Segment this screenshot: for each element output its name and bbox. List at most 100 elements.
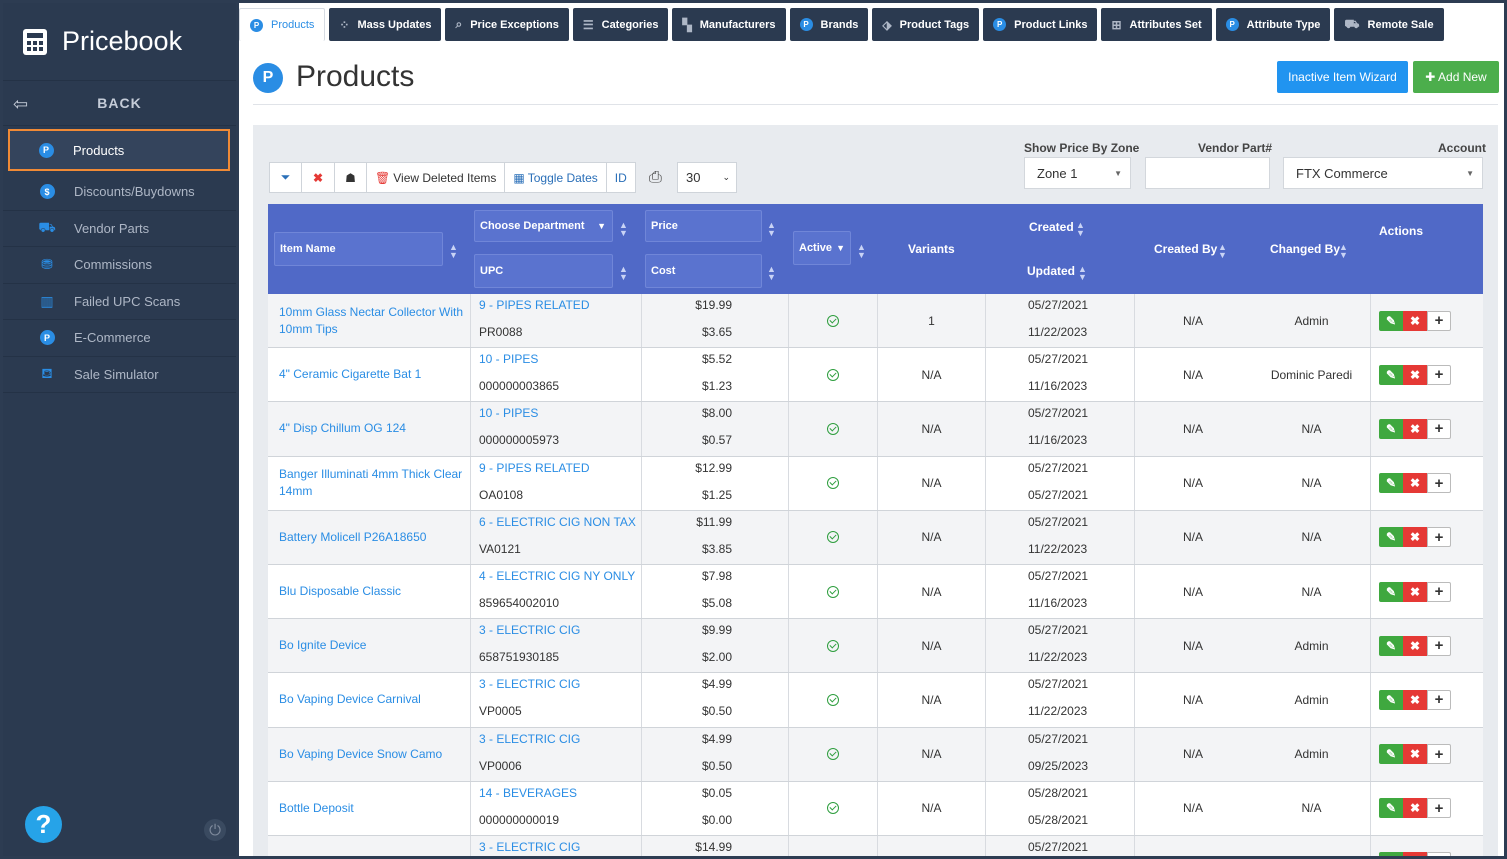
tab-attribute-type[interactable]: P Attribute Type	[1215, 8, 1331, 41]
cost-filter[interactable]: Cost	[645, 254, 762, 288]
power-icon[interactable]: ⏻	[204, 819, 226, 841]
sort-icon[interactable]: ▲ ▼	[449, 243, 458, 260]
filter-button[interactable]: ⏷	[270, 163, 302, 192]
delete-icon[interactable]: ✖	[1403, 310, 1427, 331]
sort-icon[interactable]: ▲ ▼	[767, 221, 776, 238]
department-link[interactable]: 3 - ELECTRIC CIG	[479, 677, 580, 691]
tab-mass-updates[interactable]: ⁘ Mass Updates	[329, 8, 442, 41]
sort-icon[interactable]: ▲ ▼	[1076, 221, 1085, 238]
sort-icon[interactable]: ▲ ▼	[1078, 265, 1087, 282]
plus-icon[interactable]: +	[1427, 852, 1451, 856]
back-button[interactable]: ⇦ BACK	[3, 81, 236, 126]
plus-icon[interactable]: +	[1427, 744, 1451, 765]
tab-products[interactable]: P Products	[239, 8, 326, 41]
help-icon[interactable]: ?	[25, 806, 62, 843]
tab-product-links[interactable]: P Product Links	[983, 8, 1098, 41]
item-name-link[interactable]: Blu Disposable Classic	[268, 564, 471, 619]
vendor-part-input[interactable]	[1145, 157, 1270, 189]
item-name-link[interactable]: 4" Ceramic Cigarette Bat 1	[268, 348, 471, 402]
sort-icon[interactable]: ▲ ▼	[619, 265, 628, 282]
sort-icon[interactable]: ▲ ▼	[1218, 243, 1227, 260]
department-link[interactable]: 3 - ELECTRIC CIG	[479, 732, 580, 746]
department-link[interactable]: 9 - PIPES RELATED	[479, 461, 589, 475]
tab-product-tags[interactable]: ⬗ Product Tags	[872, 8, 980, 41]
item-name-link[interactable]	[268, 835, 471, 856]
print-icon[interactable]: ⎙	[649, 169, 662, 187]
plus-icon[interactable]: +	[1427, 418, 1451, 439]
sidebar-item-failed-upc-scans[interactable]: ▥ Failed UPC Scans	[3, 284, 236, 320]
department-link[interactable]: 14 - BEVERAGES	[479, 786, 577, 800]
zone-select[interactable]: Zone 1 ▼	[1024, 157, 1131, 189]
changed-by-header[interactable]: Changed By	[1270, 242, 1340, 256]
clear-filter-button[interactable]: ✖	[302, 163, 335, 192]
edit-icon[interactable]: ✎	[1379, 581, 1403, 602]
active-select[interactable]: Active ▼	[793, 231, 851, 265]
edit-icon[interactable]: ✎	[1379, 852, 1403, 856]
edit-icon[interactable]: ✎	[1379, 364, 1403, 385]
edit-icon[interactable]: ✎	[1379, 689, 1403, 710]
delete-icon[interactable]: ✖	[1403, 635, 1427, 656]
edit-icon[interactable]: ✎	[1379, 527, 1403, 548]
sidebar-item-commissions[interactable]: ⛃ Commissions	[3, 247, 236, 284]
item-name-link[interactable]: Bottle Deposit	[268, 781, 471, 835]
item-name-link[interactable]: Battery Molicell P26A18650	[268, 510, 471, 564]
plus-icon[interactable]: +	[1427, 364, 1451, 385]
department-link[interactable]: 9 - PIPES RELATED	[479, 298, 589, 312]
inactive-item-wizard-button[interactable]: Inactive Item Wizard	[1277, 61, 1408, 93]
department-link[interactable]: 6 - ELECTRIC CIG NON TAX	[479, 515, 636, 529]
delete-icon[interactable]: ✖	[1403, 527, 1427, 548]
plus-icon[interactable]: +	[1427, 635, 1451, 656]
item-name-link[interactable]: Bo Ignite Device	[268, 619, 471, 673]
tab-attributes-set[interactable]: ⊞ Attributes Set	[1101, 8, 1212, 41]
sort-icon[interactable]: ▲ ▼	[857, 243, 866, 260]
delete-icon[interactable]: ✖	[1403, 689, 1427, 710]
upc-filter[interactable]: UPC	[474, 254, 613, 288]
sidebar-item-sale-simulator[interactable]: ⛾ Sale Simulator	[3, 357, 236, 393]
created-by-header[interactable]: Created By	[1154, 242, 1217, 256]
department-link[interactable]: 4 - ELECTRIC CIG NY ONLY	[479, 569, 635, 583]
department-link[interactable]: 3 - ELECTRIC CIG	[479, 840, 580, 854]
item-name-link[interactable]: Bo Vaping Device Snow Camo	[268, 727, 471, 781]
updated-header[interactable]: Updated	[1027, 264, 1075, 278]
department-link[interactable]: 3 - ELECTRIC CIG	[479, 623, 580, 637]
sidebar-item-products[interactable]: P Products	[8, 129, 230, 171]
delete-icon[interactable]: ✖	[1403, 364, 1427, 385]
sidebar-item-e-commerce[interactable]: P E-Commerce	[3, 320, 236, 357]
item-name-link[interactable]: Banger Illuminati 4mm Thick Clear 14mm	[268, 456, 471, 510]
sort-icon[interactable]: ▲ ▼	[767, 265, 776, 282]
add-new-button[interactable]: ✚ Add New	[1413, 61, 1499, 93]
sort-icon[interactable]: ▲ ▼	[1339, 243, 1348, 260]
item-name-link[interactable]: 4" Disp Chillum OG 124	[268, 402, 471, 456]
plus-icon[interactable]: +	[1427, 310, 1451, 331]
sort-icon[interactable]: ▲ ▼	[619, 221, 628, 238]
tab-categories[interactable]: ☰ Categories	[572, 8, 669, 41]
department-select[interactable]: Choose Department ▼	[474, 210, 613, 242]
created-header[interactable]: Created	[1029, 220, 1074, 234]
edit-icon[interactable]: ✎	[1379, 635, 1403, 656]
department-link[interactable]: 10 - PIPES	[479, 406, 538, 420]
item-name-link[interactable]: Bo Vaping Device Carnival	[268, 673, 471, 727]
edit-icon[interactable]: ✎	[1379, 744, 1403, 765]
sidebar-item-discounts-buydowns[interactable]: $ Discounts/Buydowns	[3, 174, 236, 211]
item-name-link[interactable]: 10mm Glass Nectar Collector With 10mm Ti…	[268, 294, 471, 348]
delete-icon[interactable]: ✖	[1403, 852, 1427, 856]
plus-icon[interactable]: +	[1427, 689, 1451, 710]
delete-icon[interactable]: ✖	[1403, 744, 1427, 765]
toggle-dates-button[interactable]: ▦ Toggle Dates	[505, 163, 607, 192]
account-select[interactable]: FTX Commerce ▼	[1283, 157, 1483, 189]
tab-price-exceptions[interactable]: ⌕ Price Exceptions	[445, 8, 569, 41]
plus-icon[interactable]: +	[1427, 581, 1451, 602]
delete-icon[interactable]: ✖	[1403, 473, 1427, 494]
user-secret-button[interactable]: ☗	[335, 163, 367, 192]
delete-icon[interactable]: ✖	[1403, 798, 1427, 819]
item-name-filter[interactable]: Item Name	[274, 232, 443, 266]
tab-remote-sale[interactable]: ⛟ Remote Sale	[1334, 8, 1444, 41]
delete-icon[interactable]: ✖	[1403, 581, 1427, 602]
department-link[interactable]: 10 - PIPES	[479, 352, 538, 366]
view-deleted-button[interactable]: 🗑 View Deleted Items	[367, 163, 506, 192]
plus-icon[interactable]: +	[1427, 473, 1451, 494]
page-size-select[interactable]: 30 ⌄	[677, 162, 737, 193]
edit-icon[interactable]: ✎	[1379, 473, 1403, 494]
delete-icon[interactable]: ✖	[1403, 418, 1427, 439]
sidebar-item-vendor-parts[interactable]: ⛟ Vendor Parts	[3, 211, 236, 247]
